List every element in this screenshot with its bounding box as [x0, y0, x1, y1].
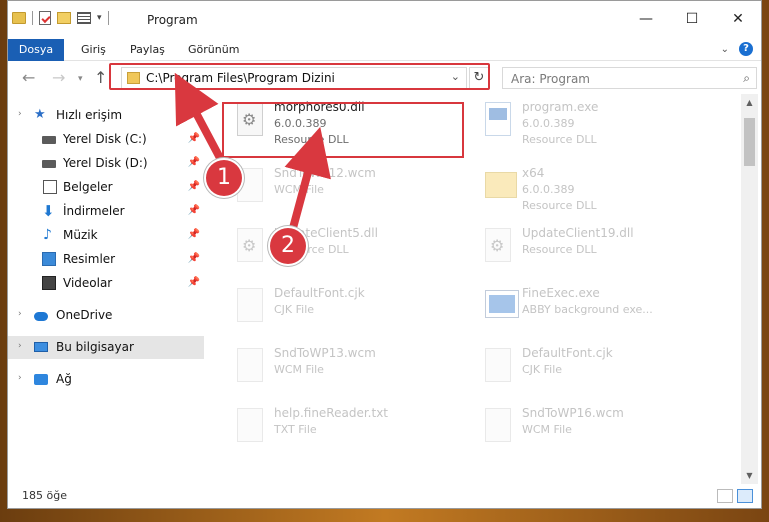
annotation-arrows [174, 72, 331, 232]
arrow-to-file [284, 126, 331, 232]
arrow-to-address-bar [174, 72, 224, 162]
step-badge-2: 2 [270, 228, 306, 264]
step-badge-1: 1 [206, 160, 242, 196]
